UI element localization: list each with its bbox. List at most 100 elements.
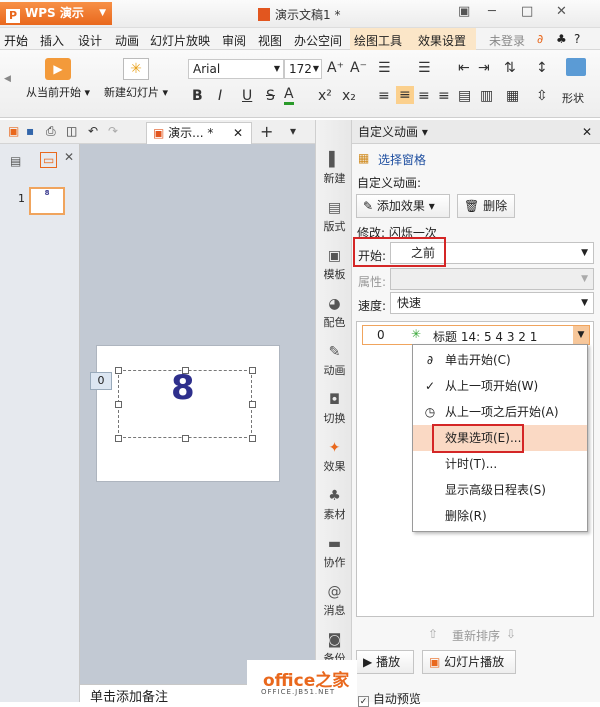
italic-button[interactable]: I bbox=[218, 88, 222, 104]
menu-drawing-tools[interactable]: 绘图工具 bbox=[354, 32, 402, 49]
resize-handle[interactable] bbox=[115, 401, 122, 408]
print-icon[interactable]: ⎙ bbox=[46, 124, 56, 139]
superscript-button[interactable]: x² bbox=[318, 88, 332, 104]
underline-button[interactable]: U bbox=[242, 88, 252, 104]
autopreview-checkbox[interactable]: ✓ 自动预览 bbox=[358, 690, 421, 707]
menu-advanced-timeline[interactable]: 显示高级日程表(S) bbox=[413, 477, 587, 503]
save-icon[interactable]: ▪ bbox=[26, 124, 34, 138]
menu-start-with-previous[interactable]: ✓ 从上一项开始(W) bbox=[413, 373, 587, 399]
sidebar-animation[interactable]: ✎ 动画 bbox=[316, 344, 353, 378]
feedback-icon[interactable]: ∂ bbox=[537, 32, 543, 46]
sidebar-new[interactable]: ▌ 新建 bbox=[316, 152, 353, 186]
property-select[interactable]: ▼ bbox=[390, 268, 594, 290]
close-button[interactable]: ✕ bbox=[556, 4, 567, 19]
sidebar-color-scheme[interactable]: ◕ 配色 bbox=[316, 296, 353, 330]
resize-handle[interactable] bbox=[115, 435, 122, 442]
menu-view[interactable]: 视图 bbox=[258, 32, 282, 49]
move-up-icon[interactable]: ⇧ bbox=[428, 627, 438, 641]
font-family-select[interactable]: Arial ▼ bbox=[188, 59, 284, 79]
delete-effect-button[interactable]: 🗑 删除 bbox=[457, 194, 515, 218]
sidebar-messages[interactable]: @ 消息 bbox=[316, 584, 353, 618]
align-left-button[interactable]: ≡ bbox=[378, 88, 390, 104]
sidebar-materials[interactable]: ♣ 素材 bbox=[316, 488, 353, 522]
menu-office-space[interactable]: 办公空间 bbox=[294, 32, 342, 49]
add-effect-button[interactable]: ✎ 添加效果 ▾ bbox=[356, 194, 450, 218]
ribbon-scroll-left-icon[interactable]: ◀ bbox=[4, 74, 11, 84]
sidebar-template[interactable]: ▣ 模板 bbox=[316, 248, 353, 282]
columns-icon[interactable]: ▥ bbox=[480, 88, 493, 104]
selection-pane-link[interactable]: 选择窗格 bbox=[378, 151, 426, 168]
bold-button[interactable]: B bbox=[192, 88, 203, 104]
wps-app-button[interactable]: P WPS 演示 ▼ bbox=[0, 2, 112, 25]
align-right-button[interactable]: ≡ bbox=[418, 88, 430, 104]
new-tab-icon[interactable]: + bbox=[260, 122, 273, 141]
sidebar-transition[interactable]: ◘ 切换 bbox=[316, 392, 353, 426]
minimize-button[interactable]: ─ bbox=[488, 4, 496, 19]
distribute-button[interactable]: ▤ bbox=[458, 88, 471, 104]
menu-start-on-click[interactable]: ∂ 单击开始(C) bbox=[413, 347, 587, 373]
close-pane-icon[interactable]: ✕ bbox=[64, 150, 74, 164]
resize-handle[interactable] bbox=[249, 435, 256, 442]
menu-effect-settings[interactable]: 效果设置 bbox=[418, 32, 466, 49]
resize-handle[interactable] bbox=[115, 367, 122, 374]
menu-timing[interactable]: 计时(T)... bbox=[413, 451, 587, 477]
animation-order-tag[interactable]: 0 bbox=[90, 372, 112, 390]
increase-indent-icon[interactable]: ⇥ bbox=[478, 60, 490, 76]
shrink-font-icon[interactable]: A⁻ bbox=[350, 60, 367, 76]
menu-home[interactable]: 开始 bbox=[4, 32, 28, 49]
slide-thumbnail[interactable]: 8 bbox=[29, 187, 65, 215]
sidebar-layout[interactable]: ▤ 版式 bbox=[316, 200, 353, 234]
slideshow-button[interactable]: ▣ 幻灯片播放 bbox=[422, 650, 516, 674]
bullet-list-icon[interactable]: ☰ bbox=[378, 60, 391, 76]
line-spacing-icon[interactable]: ↕ bbox=[536, 60, 548, 76]
resize-handle[interactable] bbox=[249, 401, 256, 408]
menu-start-after-previous[interactable]: ◷ 从上一项之后开始(A) bbox=[413, 399, 587, 425]
close-panel-icon[interactable]: ✕ bbox=[582, 120, 592, 144]
close-tab-icon[interactable]: ✕ bbox=[233, 123, 243, 143]
resize-handle[interactable] bbox=[182, 367, 189, 374]
play-from-current-button[interactable]: ▶ 从当前开始 ▾ bbox=[22, 50, 94, 116]
strikethrough-button[interactable]: S bbox=[266, 88, 275, 104]
menu-animation[interactable]: 动画 bbox=[115, 32, 139, 49]
line-spacing-icon-2[interactable]: ⇳ bbox=[536, 88, 548, 104]
preview-icon[interactable]: ◫ bbox=[66, 124, 77, 138]
paragraph-icon[interactable]: ▦ bbox=[506, 88, 519, 104]
speed-select[interactable]: 快速 ▼ bbox=[390, 292, 594, 314]
help-icon[interactable]: ? bbox=[574, 32, 580, 46]
font-color-button[interactable]: A bbox=[284, 86, 294, 105]
item-dropdown-arrow[interactable]: ▼ bbox=[573, 326, 589, 344]
menu-slideshow[interactable]: 幻灯片放映 bbox=[150, 32, 210, 49]
shape-button-label[interactable]: 形状 bbox=[562, 90, 584, 106]
grow-font-icon[interactable]: A⁺ bbox=[327, 60, 344, 76]
redo-icon[interactable]: ↷ bbox=[108, 124, 118, 138]
subscript-button[interactable]: x₂ bbox=[342, 88, 356, 104]
slides-tab-icon[interactable]: ▭ bbox=[40, 152, 58, 168]
move-down-icon[interactable]: ⇩ bbox=[506, 627, 516, 641]
login-status[interactable]: 未登录 bbox=[489, 32, 525, 49]
tab-menu-icon[interactable]: ▾ bbox=[290, 124, 296, 138]
resize-handle[interactable] bbox=[249, 367, 256, 374]
sidebar-collaborate[interactable]: ▬ 协作 bbox=[316, 536, 353, 570]
new-slide-button[interactable]: ✳ 新建幻灯片 ▾ bbox=[100, 50, 172, 116]
menu-review[interactable]: 审阅 bbox=[222, 32, 246, 49]
menu-remove[interactable]: 删除(R) bbox=[413, 503, 587, 529]
font-size-select[interactable]: 172 ▼ bbox=[284, 59, 322, 79]
outline-tab-icon[interactable]: ▤ bbox=[10, 154, 21, 168]
resize-handle[interactable] bbox=[182, 435, 189, 442]
menu-insert[interactable]: 插入 bbox=[40, 32, 64, 49]
justify-button[interactable]: ≡ bbox=[438, 88, 450, 104]
skin-icon[interactable]: ▣ bbox=[458, 4, 470, 19]
undo-icon[interactable]: ↶ bbox=[88, 124, 98, 138]
sidebar-effects[interactable]: ✦ 效果 bbox=[316, 440, 353, 474]
numbered-list-icon[interactable]: ☰ bbox=[418, 60, 431, 76]
decrease-indent-icon[interactable]: ⇤ bbox=[458, 60, 470, 76]
shirt-icon[interactable]: ♣ bbox=[556, 32, 567, 46]
menu-design[interactable]: 设计 bbox=[78, 32, 102, 49]
animation-list-item[interactable]: 0 ✳ 标题 14: 5 4 3 2 1 ▼ bbox=[362, 325, 590, 345]
align-center-button[interactable]: ≡ bbox=[396, 86, 414, 104]
app-menu-icon[interactable]: ▣ bbox=[8, 124, 19, 138]
maximize-button[interactable]: □ bbox=[521, 4, 533, 19]
shape-icon[interactable] bbox=[566, 58, 586, 76]
play-button[interactable]: ▶ 播放 bbox=[356, 650, 414, 674]
document-tab[interactable]: ▣ 演示... * ✕ bbox=[146, 122, 252, 144]
